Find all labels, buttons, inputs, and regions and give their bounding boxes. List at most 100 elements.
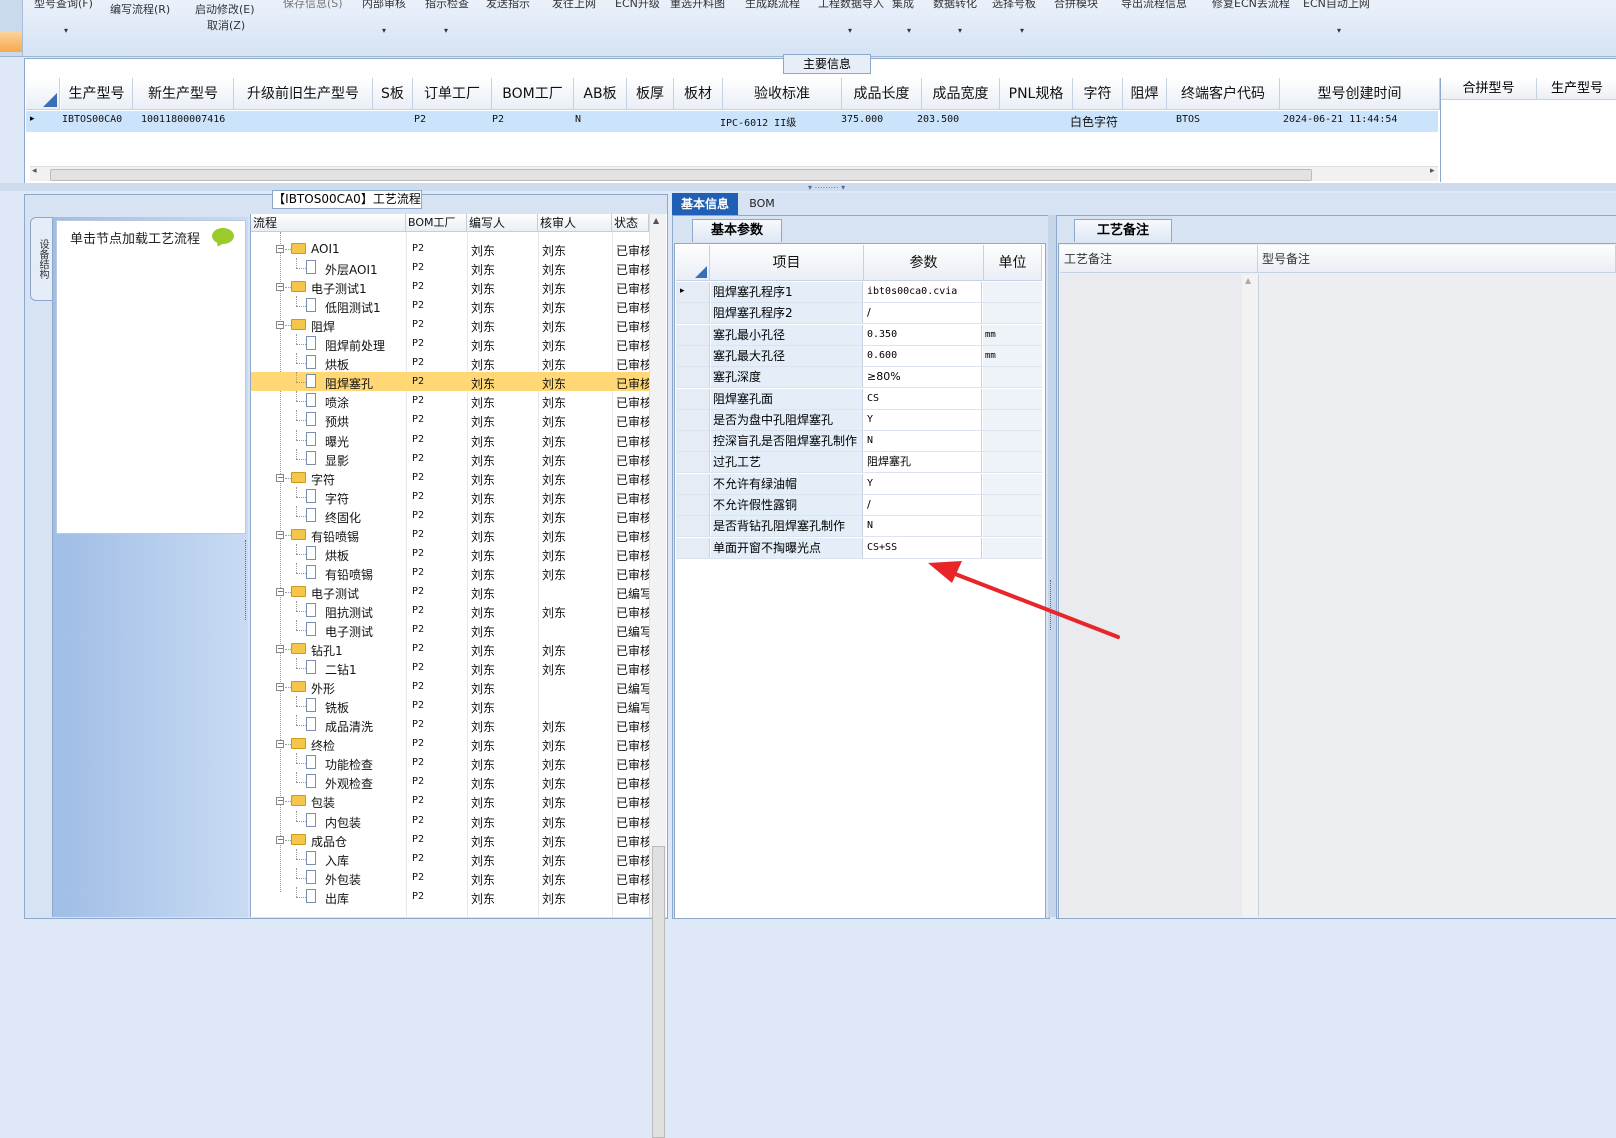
dropdown-arrow-icon[interactable]: ▾ — [958, 26, 962, 35]
side-tab-structure[interactable]: 设备结构 — [30, 217, 53, 301]
main-grid-header[interactable]: PNL规格 — [1000, 78, 1073, 110]
param-value[interactable]: / — [864, 303, 982, 323]
main-grid-header[interactable]: 成品宽度 — [922, 78, 1000, 110]
tree-row[interactable]: 终固化 P2 刘东 刘东 已审核 — [251, 506, 649, 525]
tree-row[interactable]: 阻焊塞孔 P2 刘东 刘东 已审核 — [251, 372, 649, 391]
tree-row[interactable]: − 阻焊 P2 刘东 刘东 已审核 — [251, 315, 649, 334]
tree-grid-header[interactable]: 流程 — [251, 214, 406, 232]
tree-row[interactable]: 电子测试 P2 刘东 已编写 — [251, 620, 649, 639]
ribbon-item[interactable]: 保存信息(S) — [283, 0, 343, 11]
hscroll-thumb[interactable] — [50, 169, 1312, 181]
ribbon-item[interactable]: 编写流程(R) — [110, 1, 170, 17]
ribbon-item[interactable]: 型号查询(F) — [34, 0, 93, 11]
tree-vscroll-thumb[interactable] — [652, 846, 665, 1138]
ribbon-item[interactable]: ECN自动上网 — [1303, 0, 1370, 11]
cell-ab-board[interactable]: N — [575, 114, 581, 125]
dropdown-arrow-icon[interactable]: ▾ — [848, 26, 852, 35]
ribbon-item[interactable]: 发送指示 — [486, 0, 530, 11]
params-row[interactable]: 单面开窗不掏曝光点 CS+SS — [676, 538, 1042, 559]
dropdown-arrow-icon[interactable]: ▾ — [1337, 26, 1341, 35]
ribbon-item[interactable]: 合拼模块 — [1054, 0, 1098, 11]
tree-row[interactable]: 烘板 P2 刘东 刘东 已审核 — [251, 353, 649, 372]
cell-character[interactable]: 白色字符 — [1070, 113, 1118, 130]
tree-row[interactable]: 预烘 P2 刘东 刘东 已审核 — [251, 410, 649, 429]
tree-row[interactable]: 有铅喷锡 P2 刘东 刘东 已审核 — [251, 563, 649, 582]
tree-row[interactable]: − 包装 P2 刘东 刘东 已审核 — [251, 791, 649, 810]
tree-row[interactable]: 烘板 P2 刘东 刘东 已审核 — [251, 544, 649, 563]
dropdown-arrow-icon[interactable]: ▾ — [64, 26, 68, 35]
tree-row[interactable]: 出库 P2 刘东 刘东 已审核 — [251, 887, 649, 906]
row-selector[interactable] — [676, 410, 710, 430]
tree-grid-header[interactable]: 核审人 — [538, 214, 612, 232]
param-value[interactable]: ibt0s00ca0.cvia — [864, 282, 982, 302]
tree-row[interactable]: 显影 P2 刘东 刘东 已审核 — [251, 449, 649, 468]
params-row[interactable]: 塞孔最小孔径 0.350 mm — [676, 325, 1042, 346]
dropdown-arrow-icon[interactable]: ▾ — [444, 26, 448, 35]
tree-row[interactable]: − 钻孔1 P2 刘东 刘东 已审核 — [251, 639, 649, 658]
tree-row[interactable]: 入库 P2 刘东 刘东 已审核 — [251, 849, 649, 868]
tree-row[interactable]: 曝光 P2 刘东 刘东 已审核 — [251, 430, 649, 449]
ribbon-item[interactable]: 生成跳流程 — [745, 0, 800, 11]
params-header-unit[interactable]: 单位 — [984, 245, 1042, 281]
tree-row[interactable]: − 电子测试1 P2 刘东 刘东 已审核 — [251, 277, 649, 296]
collapse-toggle-icon[interactable]: − — [276, 531, 284, 539]
main-grid-header[interactable]: 新生产型号 — [133, 78, 234, 110]
tab-basic-params[interactable]: 基本参数 — [692, 219, 782, 242]
cell-length[interactable]: 375.000 — [841, 114, 883, 125]
params-row[interactable]: 塞孔深度 ≥80% — [676, 367, 1042, 388]
param-value[interactable]: 0.600 — [864, 346, 982, 366]
collapse-toggle-icon[interactable]: − — [276, 645, 284, 653]
params-row[interactable]: 塞孔最大孔径 0.600 mm — [676, 346, 1042, 367]
params-row[interactable]: 过孔工艺 阻焊塞孔 — [676, 452, 1042, 473]
row-selector[interactable] — [676, 538, 710, 558]
tree-grid-header[interactable]: BOM工厂 — [406, 214, 467, 232]
row-selector[interactable] — [676, 367, 710, 387]
hscroll-left-arrow-icon[interactable]: ◂ — [32, 166, 37, 176]
ribbon-item[interactable]: 重选开料图 — [670, 0, 725, 11]
ribbon-item[interactable]: 取消(Z) — [207, 17, 245, 33]
cell-width[interactable]: 203.500 — [917, 114, 959, 125]
collapse-toggle-icon[interactable]: − — [276, 683, 284, 691]
params-row[interactable]: 是否为盘中孔阻焊塞孔 Y — [676, 410, 1042, 431]
tree-row[interactable]: 成品清洗 P2 刘东 刘东 已审核 — [251, 715, 649, 734]
params-row[interactable]: 阻焊塞孔面 CS — [676, 389, 1042, 410]
ribbon-item[interactable]: 数据转化 — [933, 0, 977, 11]
tree-row[interactable]: 喷涂 P2 刘东 刘东 已审核 — [251, 391, 649, 410]
param-value[interactable]: CS — [864, 389, 982, 409]
ribbon-item[interactable]: 内部审核 — [362, 0, 406, 11]
tree-row[interactable]: − AOI1 P2 刘东 刘东 已审核 — [251, 239, 649, 258]
params-row[interactable]: 是否背钻孔阻焊塞孔制作 N — [676, 516, 1042, 537]
main-grid-header[interactable]: 板材 — [674, 78, 723, 110]
ribbon-item[interactable]: 发往上网 — [552, 0, 596, 11]
dropdown-arrow-icon[interactable]: ▾ — [1020, 26, 1024, 35]
collapse-toggle-icon[interactable]: − — [276, 588, 284, 596]
cell-acceptance-std[interactable]: IPC-6012 II级 — [720, 114, 796, 129]
collapse-toggle-icon[interactable]: − — [276, 245, 284, 253]
row-selector[interactable] — [676, 346, 710, 366]
tree-row[interactable]: 内包装 P2 刘东 刘东 已审核 — [251, 811, 649, 830]
tree-row[interactable]: 外包装 P2 刘东 刘东 已审核 — [251, 868, 649, 887]
tab-bom[interactable]: BOM — [744, 193, 780, 215]
row-selector[interactable] — [676, 516, 710, 536]
model-remarks-textarea[interactable] — [1259, 274, 1615, 917]
row-selector[interactable] — [676, 495, 710, 515]
main-grid-header[interactable]: 验收标准 — [723, 78, 842, 110]
param-value[interactable]: N — [864, 516, 982, 536]
ribbon-item[interactable]: 导出流程信息 — [1121, 0, 1187, 11]
tree-row[interactable]: 外观检查 P2 刘东 刘东 已审核 — [251, 772, 649, 791]
tree-row[interactable]: 二钻1 P2 刘东 刘东 已审核 — [251, 658, 649, 677]
ribbon-item[interactable]: 修复ECN丢流程 — [1212, 0, 1290, 11]
tree-row[interactable]: 低阻测试1 P2 刘东 刘东 已审核 — [251, 296, 649, 315]
collapse-toggle-icon[interactable]: − — [276, 283, 284, 291]
tree-row[interactable]: − 成品仓 P2 刘东 刘东 已审核 — [251, 830, 649, 849]
hscroll-right-arrow-icon[interactable]: ▸ — [1430, 166, 1435, 176]
cell-order-factory[interactable]: P2 — [414, 114, 426, 125]
param-value[interactable]: 0.350 — [864, 325, 982, 345]
tab-basic-info[interactable]: 基本信息 — [672, 193, 738, 215]
params-row[interactable]: 不允许有绿油帽 Y — [676, 474, 1042, 495]
ribbon-item[interactable]: 启动修改(E) — [195, 1, 255, 17]
process-remarks-textarea[interactable] — [1060, 274, 1243, 917]
param-value[interactable]: ≥80% — [864, 367, 982, 387]
main-grid-header[interactable]: 阻焊 — [1123, 78, 1167, 110]
param-value[interactable]: CS+SS — [864, 538, 982, 558]
